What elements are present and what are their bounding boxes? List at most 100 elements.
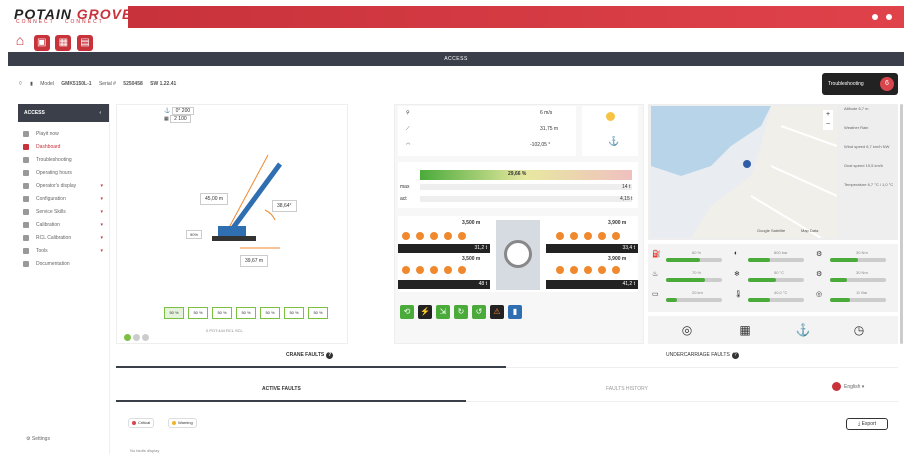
home-icon[interactable]: ⌂ (12, 32, 28, 48)
tab-undercarriage-faults[interactable]: UNDERCARRIAGE FAULTS? (666, 352, 739, 359)
temperature-icon: 🌡 (734, 291, 743, 298)
crane-diagram (212, 154, 283, 249)
help-icon[interactable]: ? (326, 352, 334, 359)
gauge-label: 50 °C (774, 270, 785, 275)
troubleshooting-button[interactable]: Troubleshooting 6 (822, 73, 898, 95)
crane-boom (227, 162, 283, 234)
mode-button-6[interactable]: ⚠ (490, 305, 504, 319)
percent-tab-3[interactable]: 50 % (212, 307, 232, 319)
gauge-bar (830, 278, 886, 282)
gauge-label: 70 % (692, 270, 702, 275)
tab-underline (116, 366, 506, 368)
percent-tab-4[interactable]: 50 % (236, 307, 256, 319)
gauge-view-button[interactable]: ◎ (672, 320, 702, 340)
site-info: Altitude 6,7 m Weather Rain Wind speed 6… (844, 106, 898, 238)
sidebar-item-display[interactable]: Operator's display ▾ (18, 180, 109, 193)
download-icon[interactable]: ▣ (33, 35, 50, 51)
outrigger-fr-extension: 3,900 m (608, 220, 627, 226)
zoom-controls[interactable]: + − (823, 110, 833, 130)
sidebar-item-tools[interactable]: Tools ▾ (18, 245, 109, 258)
gauge-label: 30 Nm (856, 270, 868, 275)
percent-tab-7[interactable]: 50 % (308, 307, 328, 319)
outrigger-rl-dots (402, 266, 466, 274)
outrigger-fr-pressure: 33,4 t (546, 244, 638, 253)
outrigger-fl-extension: 3,500 m (462, 220, 481, 226)
max-value: 14 t (622, 184, 631, 190)
mode-button-5[interactable]: ↺ (472, 305, 486, 319)
window-dot-1[interactable] (872, 14, 878, 20)
sidebar-item-calibration[interactable]: Calibration ▾ (18, 219, 109, 232)
percent-tab-2[interactable]: 50 % (188, 307, 208, 319)
hook-icon: ⚓ (164, 108, 171, 114)
height-icon: ⟋ (406, 126, 410, 132)
quick-actions: ◎ ▦ ⚓ ◷ (648, 316, 898, 344)
coolant-icon: ❄ (734, 271, 740, 278)
percent-tab-5[interactable]: 50 % (260, 307, 280, 319)
gauge-label: 30 Nm (856, 250, 868, 255)
outrigger-rr-dots (556, 266, 620, 274)
sidebar-item-hours[interactable]: Operating hours (18, 167, 109, 180)
percent-tab-1[interactable]: 50 % (164, 307, 184, 319)
location-map[interactable]: + − Google Satellite Map Data (651, 106, 837, 238)
gauge-label: 40,0 °C (774, 290, 788, 295)
gauge-fill (830, 258, 858, 262)
chevron-down-icon[interactable]: ▾ (100, 193, 103, 206)
wind-icon: ⚲ (406, 110, 410, 116)
fault-category-tabs: CRANE FAULTS? UNDERCARRIAGE FAULTS? (116, 346, 898, 368)
timer-button[interactable]: ◷ (844, 320, 874, 340)
print-icon[interactable]: ▦ (55, 35, 72, 51)
distance-icon: ▭ (652, 291, 659, 298)
chevron-left-icon[interactable]: ‹ (99, 104, 101, 122)
gauge-bar (830, 298, 886, 302)
indicator-dot-1[interactable] (124, 334, 131, 341)
help-icon[interactable]: ? (731, 352, 739, 359)
sidebar-item-playit[interactable]: Playit now (18, 128, 109, 141)
gauge-fill (830, 278, 847, 282)
hook-button[interactable]: ⚓ (788, 320, 818, 340)
report-icon[interactable]: ▤ (77, 35, 94, 51)
sidebar-header[interactable]: ACCESS ‹ (18, 104, 109, 122)
torque-icon: ⚙ (816, 271, 823, 278)
mode-button-2[interactable]: ⚡ (418, 305, 432, 319)
sidebar-item-service[interactable]: Service Skills ▾ (18, 206, 109, 219)
calibration-icon (23, 222, 29, 228)
chevron-down-icon[interactable]: ▾ (100, 206, 103, 219)
mode-button-3[interactable]: ⇲ (436, 305, 450, 319)
book-icon (23, 261, 29, 267)
crane-footer: 0 POT.444 RCL SCL (206, 328, 243, 333)
sidebar-item-troubleshooting[interactable]: Troubleshooting (18, 154, 109, 167)
export-button[interactable]: ⤓ Export (846, 418, 888, 430)
map-graphic (651, 106, 837, 238)
critical-filter[interactable]: Critical (128, 418, 155, 428)
mode-button-7[interactable]: ▮ (508, 305, 522, 319)
brand-sub: CONNECT CONNECT (16, 19, 104, 25)
chassis-top-view (496, 220, 540, 290)
chevron-down-icon[interactable]: ▾ (100, 180, 103, 193)
scrollbar[interactable] (900, 104, 903, 344)
outrigger-rl-pressure: 48 t (398, 280, 490, 289)
counterweight-icon: ▦ (164, 116, 169, 122)
sidebar-item-documentation[interactable]: Documentation (18, 258, 109, 271)
percent-tab-6[interactable]: 50 % (284, 307, 304, 319)
chevron-down-icon[interactable]: ▾ (100, 232, 103, 245)
settings-link[interactable]: ⚙ Settings (26, 436, 50, 442)
sidebar-item-configuration[interactable]: Configuration ▾ (18, 193, 109, 206)
sidebar-item-dashboard[interactable]: Dashboard (18, 141, 109, 154)
language-select[interactable]: English ▾ (832, 382, 864, 391)
pct-label: 90% (186, 230, 203, 239)
top-icon-row: ⌂ ▣ ▦ ▤ (12, 32, 97, 51)
window-dot-2[interactable] (886, 14, 892, 20)
chevron-down-icon[interactable]: ▾ (100, 219, 103, 232)
indicator-dot-3[interactable] (142, 334, 149, 341)
indicator-dot-2[interactable] (133, 334, 140, 341)
tab-faults-history[interactable]: FAULTS HISTORY (606, 386, 648, 392)
mode-button-4[interactable]: ↻ (454, 305, 468, 319)
sidebar-item-rcl[interactable]: RCL Calibration ▾ (18, 232, 109, 245)
tab-crane-faults[interactable]: CRANE FAULTS? (286, 352, 334, 359)
warning-filter[interactable]: Warning (168, 418, 197, 428)
mode-button-1[interactable]: ⟲ (400, 305, 414, 319)
tab-active-faults[interactable]: ACTIVE FAULTS (262, 386, 301, 392)
troubleshooting-count: 6 (880, 77, 894, 91)
chevron-down-icon[interactable]: ▾ (100, 245, 103, 258)
counterweight-button[interactable]: ▦ (730, 320, 760, 340)
